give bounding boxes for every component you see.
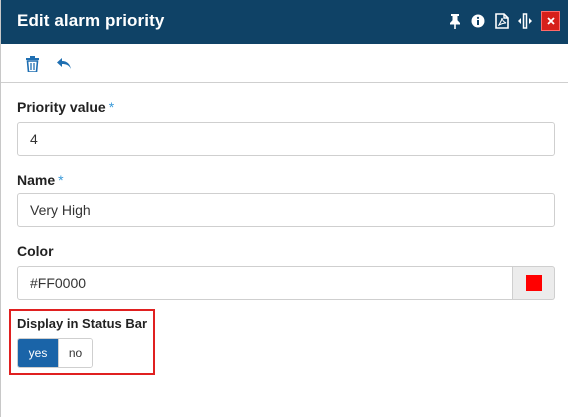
info-icon[interactable] xyxy=(469,12,487,30)
pin-icon[interactable] xyxy=(446,12,464,30)
color-input[interactable]: #FF0000 xyxy=(17,266,513,300)
resize-horizontal-icon[interactable] xyxy=(516,12,534,30)
toggle-no-option[interactable]: no xyxy=(58,339,92,367)
edit-alarm-priority-panel: Edit alarm priority Priority value * 4 Na… xyxy=(0,0,568,417)
close-icon xyxy=(546,17,555,25)
priority-value-label: Priority value * xyxy=(17,99,115,115)
panel-header: Edit alarm priority xyxy=(1,0,568,44)
priority-value-input[interactable]: 4 xyxy=(17,122,555,156)
trash-icon[interactable] xyxy=(23,55,41,73)
undo-icon[interactable] xyxy=(55,55,73,73)
panel-title: Edit alarm priority xyxy=(17,11,165,30)
name-label: Name * xyxy=(17,172,64,188)
toggle-yes-option[interactable]: yes xyxy=(18,339,58,367)
pdf-icon[interactable] xyxy=(493,12,511,30)
status-bar-toggle: yes no xyxy=(17,338,93,368)
panel-toolbar xyxy=(1,44,568,83)
required-mark: * xyxy=(58,172,64,188)
required-mark: * xyxy=(108,99,115,115)
display-in-status-bar-label: Display in Status Bar xyxy=(17,316,148,331)
name-input[interactable]: Very High xyxy=(17,193,555,227)
color-swatch xyxy=(525,275,542,291)
color-picker-button[interactable] xyxy=(513,266,555,300)
color-label: Color xyxy=(17,243,54,259)
close-button[interactable] xyxy=(541,11,560,31)
